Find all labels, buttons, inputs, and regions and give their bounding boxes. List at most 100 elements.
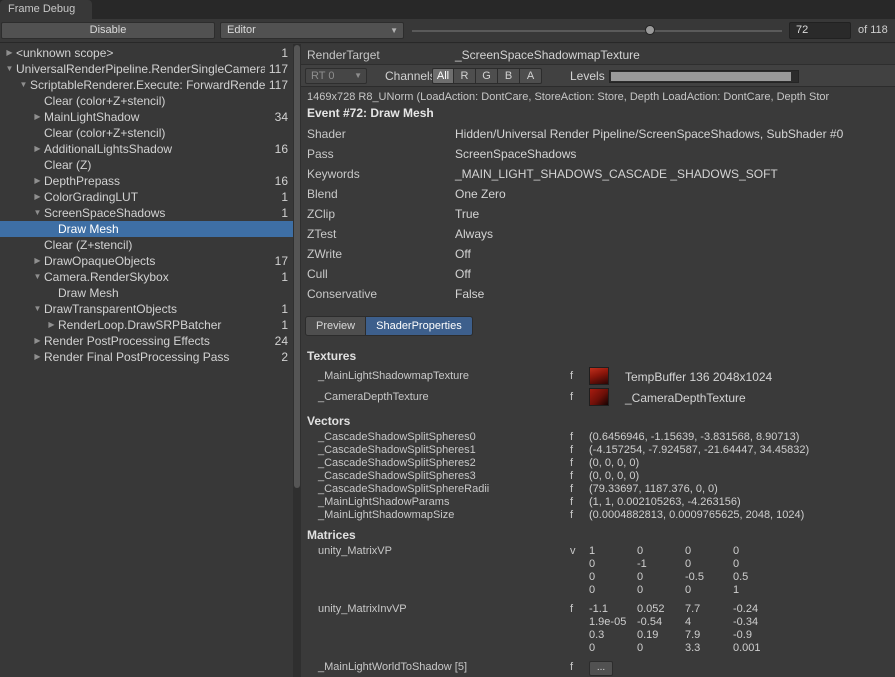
matrix-grid: -1.10.0527.7-0.241.9e-05-0.544-0.340.30.…	[589, 603, 781, 655]
tree-item[interactable]: ▶ColorGradingLUT1	[0, 189, 293, 205]
param-type: v	[570, 545, 576, 557]
tree-item[interactable]: Clear (color+Z+stencil)	[0, 93, 293, 109]
tree-item[interactable]: ▼ScriptableRenderer.Execute: ForwardRend…	[0, 77, 293, 93]
tree-item-count: 1	[277, 45, 293, 61]
tree-item[interactable]: Clear (Z)	[0, 157, 293, 173]
foldout-open-icon[interactable]: ▼	[31, 205, 44, 221]
param-name: _CascadeShadowSplitSphereRadii	[318, 483, 489, 496]
foldout-open-icon[interactable]: ▼	[31, 269, 44, 285]
matrix-cell: -1.1	[589, 603, 637, 616]
tree-item[interactable]: ▶Render PostProcessing Effects24	[0, 333, 293, 349]
property-value: ScreenSpaceShadows	[455, 144, 576, 164]
disable-button[interactable]: Disable	[1, 22, 215, 39]
tree-item-label: DrawOpaqueObjects	[44, 253, 271, 269]
render-target-value: _ScreenSpaceShadowmapTexture	[455, 47, 640, 63]
tree-item[interactable]: ▶Render Final PostProcessing Pass2	[0, 349, 293, 365]
tree-item[interactable]: Clear (color+Z+stencil)	[0, 125, 293, 141]
frame-slider-handle[interactable]	[645, 25, 655, 35]
tree-item[interactable]: Draw Mesh	[0, 221, 293, 237]
property-value: Off	[455, 244, 471, 264]
foldout-closed-icon[interactable]: ▶	[31, 173, 44, 189]
property-row: ZClipTrue	[301, 204, 895, 224]
tree-item[interactable]: ▼UniversalRenderPipeline.RenderSingleCam…	[0, 61, 293, 77]
channel-button-r[interactable]: R	[454, 68, 476, 84]
foldout-closed-icon[interactable]: ▶	[31, 333, 44, 349]
tree-item-label: ColorGradingLUT	[44, 189, 277, 205]
tab-shaderproperties[interactable]: ShaderProperties	[366, 316, 473, 336]
scrollbar-thumb[interactable]	[294, 45, 300, 488]
foldout-closed-icon[interactable]: ▶	[31, 141, 44, 157]
detail-tabs: PreviewShaderProperties	[305, 316, 473, 336]
foldout-closed-icon[interactable]: ▶	[31, 109, 44, 125]
channel-button-all[interactable]: All	[432, 68, 454, 84]
channel-button-b[interactable]: B	[498, 68, 520, 84]
property-row: BlendOne Zero	[301, 184, 895, 204]
tree-item-count: 1	[277, 269, 293, 285]
tree-item[interactable]: ▼DrawTransparentObjects1	[0, 301, 293, 317]
tree-item[interactable]: ▶<unknown scope>1	[0, 45, 293, 61]
tree-item[interactable]: ▶RenderLoop.DrawSRPBatcher1	[0, 317, 293, 333]
tree-item[interactable]: Clear (Z+stencil)	[0, 237, 293, 253]
tree-item-label: Render Final PostProcessing Pass	[44, 349, 277, 365]
property-label: Cull	[307, 264, 328, 284]
levels-slider[interactable]	[609, 70, 799, 83]
tree-item[interactable]: ▶AdditionalLightsShadow16	[0, 141, 293, 157]
target-dropdown[interactable]: Editor ▼	[220, 22, 404, 39]
channels-toolbar: RT 0 ▼ Channels AllRGBA Levels	[301, 64, 895, 87]
tree-item[interactable]: ▶DrawOpaqueObjects17	[0, 253, 293, 269]
tree-item-label: ScriptableRenderer.Execute: ForwardRende	[30, 77, 265, 93]
tree-item-label: MainLightShadow	[44, 109, 271, 125]
tab-frame-debug[interactable]: Frame Debug	[0, 0, 92, 19]
foldout-open-icon[interactable]: ▼	[17, 77, 30, 93]
foldout-open-icon[interactable]: ▼	[31, 301, 44, 317]
frame-slider[interactable]	[412, 22, 782, 39]
main-area: ▶<unknown scope>1▼UniversalRenderPipelin…	[0, 44, 895, 677]
foldout-closed-icon[interactable]: ▶	[31, 189, 44, 205]
param-value: (1, 1, 0.002105263, -4.263156)	[589, 496, 741, 509]
tree-item[interactable]: Draw Mesh	[0, 285, 293, 301]
foldout-open-icon[interactable]: ▼	[3, 61, 16, 77]
tree-item[interactable]: ▼ScreenSpaceShadows1	[0, 205, 293, 221]
foldout-closed-icon[interactable]: ▶	[3, 45, 16, 61]
foldout-closed-icon[interactable]: ▶	[31, 349, 44, 365]
property-label: Blend	[307, 184, 338, 204]
param-type: f	[570, 661, 573, 673]
tab-preview[interactable]: Preview	[305, 316, 366, 336]
matrix-cell: 3.3	[685, 642, 733, 655]
tree-item-count: 16	[271, 141, 293, 157]
matrix-row: _MainLightWorldToShadow [5]f...	[301, 661, 895, 677]
toolbar: Disable Editor ▼ 72 of 118	[0, 19, 895, 43]
channel-button-a[interactable]: A	[520, 68, 542, 84]
frame-slider-track[interactable]	[412, 30, 782, 32]
param-name: _CascadeShadowSplitSpheres1	[318, 444, 476, 457]
tree-item[interactable]: ▼Camera.RenderSkybox1	[0, 269, 293, 285]
vector-row: _CascadeShadowSplitSphereRadiif(79.33697…	[301, 483, 895, 496]
expand-matrix-button[interactable]: ...	[589, 661, 613, 676]
tree-item-count: 2	[277, 349, 293, 365]
matrix-cell: -0.5	[685, 571, 733, 584]
tree-item-label: Draw Mesh	[58, 285, 284, 301]
property-label: Conservative	[307, 284, 377, 304]
rt-dropdown[interactable]: RT 0 ▼	[305, 68, 367, 84]
tree-item-count	[284, 237, 293, 253]
tree-item[interactable]: ▶MainLightShadow34	[0, 109, 293, 125]
foldout-closed-icon[interactable]: ▶	[45, 317, 58, 333]
tree-scrollbar[interactable]	[293, 44, 301, 677]
tree-item-count	[284, 285, 293, 301]
param-type: f	[570, 391, 573, 403]
vector-row: _CascadeShadowSplitSpheres0f(0.6456946, …	[301, 431, 895, 444]
tree-item-count: 117	[265, 77, 293, 93]
section-title: Textures	[301, 348, 895, 364]
levels-slider-fill[interactable]	[611, 72, 791, 81]
chevron-down-icon: ▼	[390, 23, 398, 38]
texture-thumbnail[interactable]	[589, 388, 609, 406]
tree-item-label: Render PostProcessing Effects	[44, 333, 271, 349]
texture-thumbnail[interactable]	[589, 367, 609, 385]
param-value: (0, 0, 0, 0)	[589, 470, 639, 483]
channel-button-g[interactable]: G	[476, 68, 498, 84]
tree-item[interactable]: ▶DepthPrepass16	[0, 173, 293, 189]
frame-number-field[interactable]: 72	[789, 22, 851, 39]
foldout-closed-icon[interactable]: ▶	[31, 253, 44, 269]
render-target-label: RenderTarget	[307, 47, 380, 63]
param-name: unity_MatrixInvVP	[318, 603, 407, 615]
